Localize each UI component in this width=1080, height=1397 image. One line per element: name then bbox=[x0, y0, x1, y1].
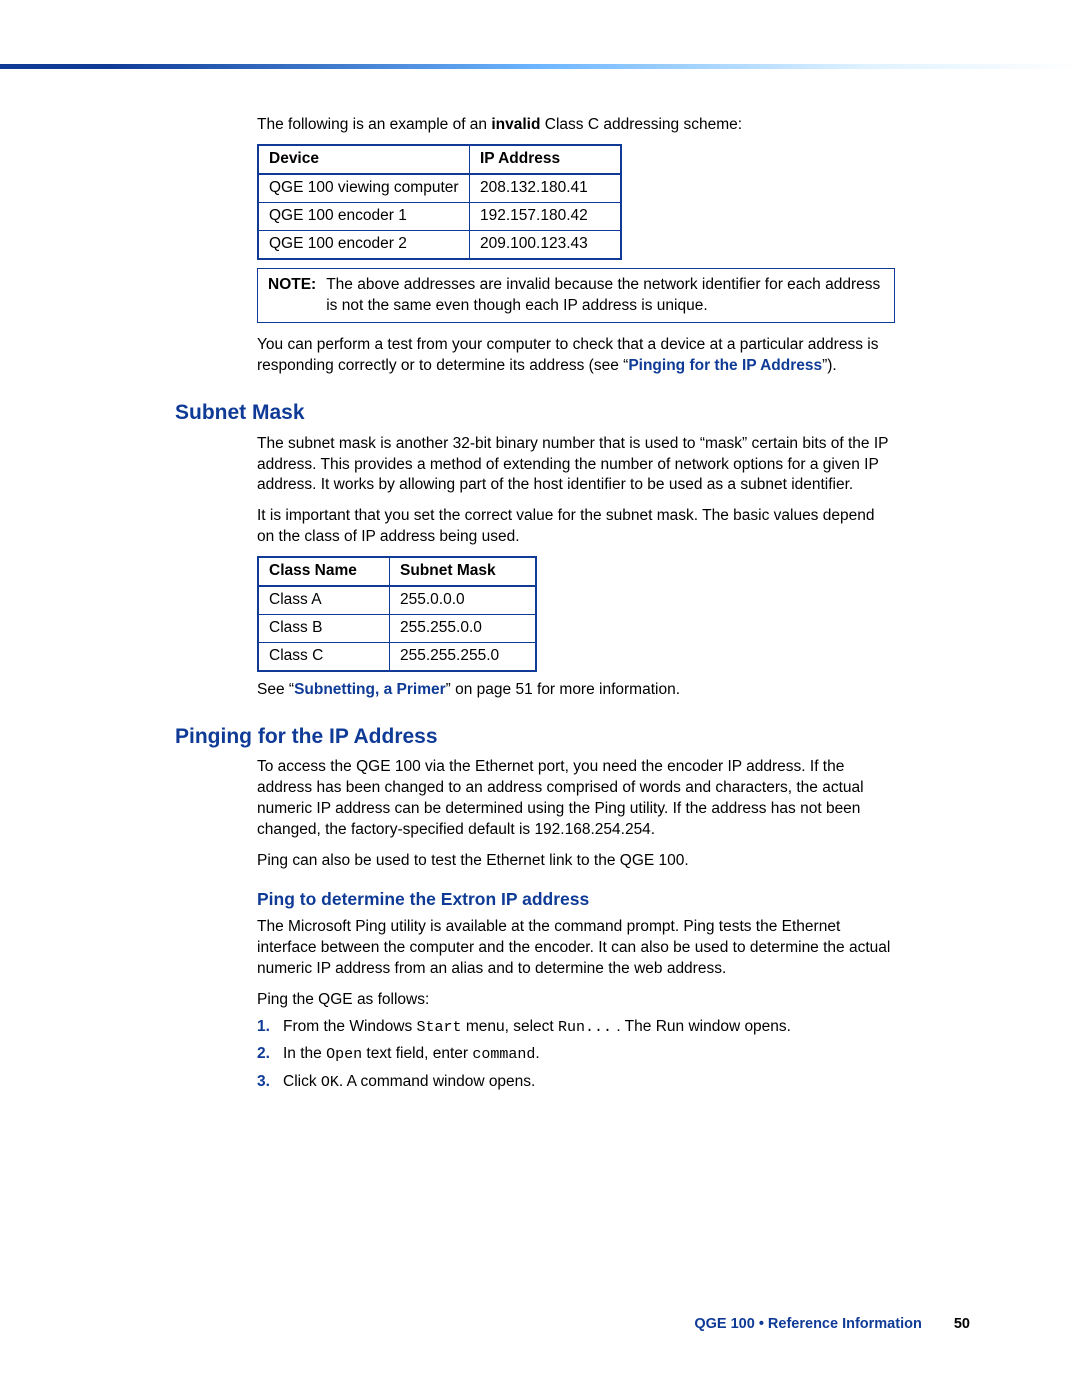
text: Click bbox=[283, 1073, 321, 1090]
list-item: 2. In the Open text field, enter command… bbox=[257, 1044, 895, 1065]
mono-text: OK bbox=[321, 1074, 339, 1091]
paragraph: The Microsoft Ping utility is available … bbox=[257, 917, 895, 980]
text: From the Windows bbox=[283, 1018, 417, 1035]
table-cell: 208.132.180.41 bbox=[470, 174, 622, 202]
intro-paragraph: The following is an example of an invali… bbox=[257, 115, 895, 136]
table-cell: 255.0.0.0 bbox=[390, 586, 537, 614]
table-row: Class C 255.255.255.0 bbox=[258, 643, 536, 671]
text: . bbox=[535, 1045, 539, 1062]
heading-pinging-ip: Pinging for the IP Address bbox=[175, 723, 895, 751]
step-number: 2. bbox=[257, 1044, 270, 1065]
table-cell: 209.100.123.43 bbox=[470, 230, 622, 258]
text: . A command window opens. bbox=[339, 1073, 535, 1090]
paragraph: Ping the QGE as follows: bbox=[257, 990, 895, 1011]
mono-text: Run... bbox=[558, 1019, 612, 1036]
after-note-paragraph: You can perform a test from your compute… bbox=[257, 335, 895, 377]
note-box: NOTE: The above addresses are invalid be… bbox=[257, 268, 895, 324]
table-row: Class B 255.255.0.0 bbox=[258, 615, 536, 643]
paragraph: The subnet mask is another 32-bit binary… bbox=[257, 434, 895, 497]
table-header: IP Address bbox=[470, 145, 622, 174]
paragraph: To access the QGE 100 via the Ethernet p… bbox=[257, 757, 895, 841]
text: In the bbox=[283, 1045, 326, 1062]
subnet-footer-paragraph: See “Subnetting, a Primer” on page 51 fo… bbox=[257, 680, 895, 701]
table-row: QGE 100 viewing computer 208.132.180.41 bbox=[258, 174, 621, 202]
table-cell: 255.255.0.0 bbox=[390, 615, 537, 643]
text: menu, select bbox=[462, 1018, 559, 1035]
note-label: NOTE: bbox=[268, 275, 316, 317]
page-footer: QGE 100 • Reference Information 50 bbox=[694, 1315, 970, 1335]
table-cell: 192.157.180.42 bbox=[470, 202, 622, 230]
table-row: QGE 100 encoder 1 192.157.180.42 bbox=[258, 202, 621, 230]
step-number: 3. bbox=[257, 1072, 270, 1093]
page-number: 50 bbox=[954, 1316, 970, 1332]
link-subnetting-primer[interactable]: Subnetting, a Primer bbox=[294, 681, 446, 698]
heading-ping-determine: Ping to determine the Extron IP address bbox=[257, 888, 895, 912]
bold-text: invalid bbox=[491, 116, 540, 133]
list-item: 1. From the Windows Start menu, select R… bbox=[257, 1017, 895, 1038]
paragraph: Ping can also be used to test the Ethern… bbox=[257, 851, 895, 872]
table-header: Class Name bbox=[258, 557, 390, 586]
table-header: Device bbox=[258, 145, 470, 174]
text: See “ bbox=[257, 681, 294, 698]
table-cell: QGE 100 encoder 2 bbox=[258, 230, 470, 258]
text: The following is an example of an bbox=[257, 116, 491, 133]
header-gradient-bar bbox=[0, 64, 1080, 69]
list-item: 3. Click OK. A command window opens. bbox=[257, 1072, 895, 1093]
heading-subnet-mask: Subnet Mask bbox=[175, 399, 895, 427]
table-row: Class A 255.0.0.0 bbox=[258, 586, 536, 614]
subnet-mask-table: Class Name Subnet Mask Class A 255.0.0.0… bbox=[257, 556, 537, 672]
table-row: QGE 100 encoder 2 209.100.123.43 bbox=[258, 230, 621, 258]
invalid-address-table: Device IP Address QGE 100 viewing comput… bbox=[257, 144, 622, 260]
text: text field, enter bbox=[362, 1045, 472, 1062]
table-cell: QGE 100 viewing computer bbox=[258, 174, 470, 202]
table-header: Subnet Mask bbox=[390, 557, 537, 586]
text: ” on page 51 for more information. bbox=[446, 681, 680, 698]
table-cell: Class B bbox=[258, 615, 390, 643]
paragraph: It is important that you set the correct… bbox=[257, 506, 895, 548]
step-number: 1. bbox=[257, 1017, 270, 1038]
table-cell: 255.255.255.0 bbox=[390, 643, 537, 671]
text: . The Run window opens. bbox=[612, 1018, 791, 1035]
table-cell: Class C bbox=[258, 643, 390, 671]
mono-text: Start bbox=[417, 1019, 462, 1036]
steps-list: 1. From the Windows Start menu, select R… bbox=[257, 1017, 895, 1093]
mono-text: Open bbox=[326, 1046, 362, 1063]
text: Class C addressing scheme: bbox=[540, 116, 742, 133]
page-content: The following is an example of an invali… bbox=[175, 115, 895, 1099]
footer-text: QGE 100 • Reference Information bbox=[694, 1316, 921, 1332]
text: ”). bbox=[822, 357, 837, 374]
note-text: The above addresses are invalid because … bbox=[326, 275, 884, 317]
mono-text: command bbox=[472, 1046, 535, 1063]
table-cell: Class A bbox=[258, 586, 390, 614]
link-pinging-ip[interactable]: Pinging for the IP Address bbox=[628, 357, 822, 374]
table-cell: QGE 100 encoder 1 bbox=[258, 202, 470, 230]
